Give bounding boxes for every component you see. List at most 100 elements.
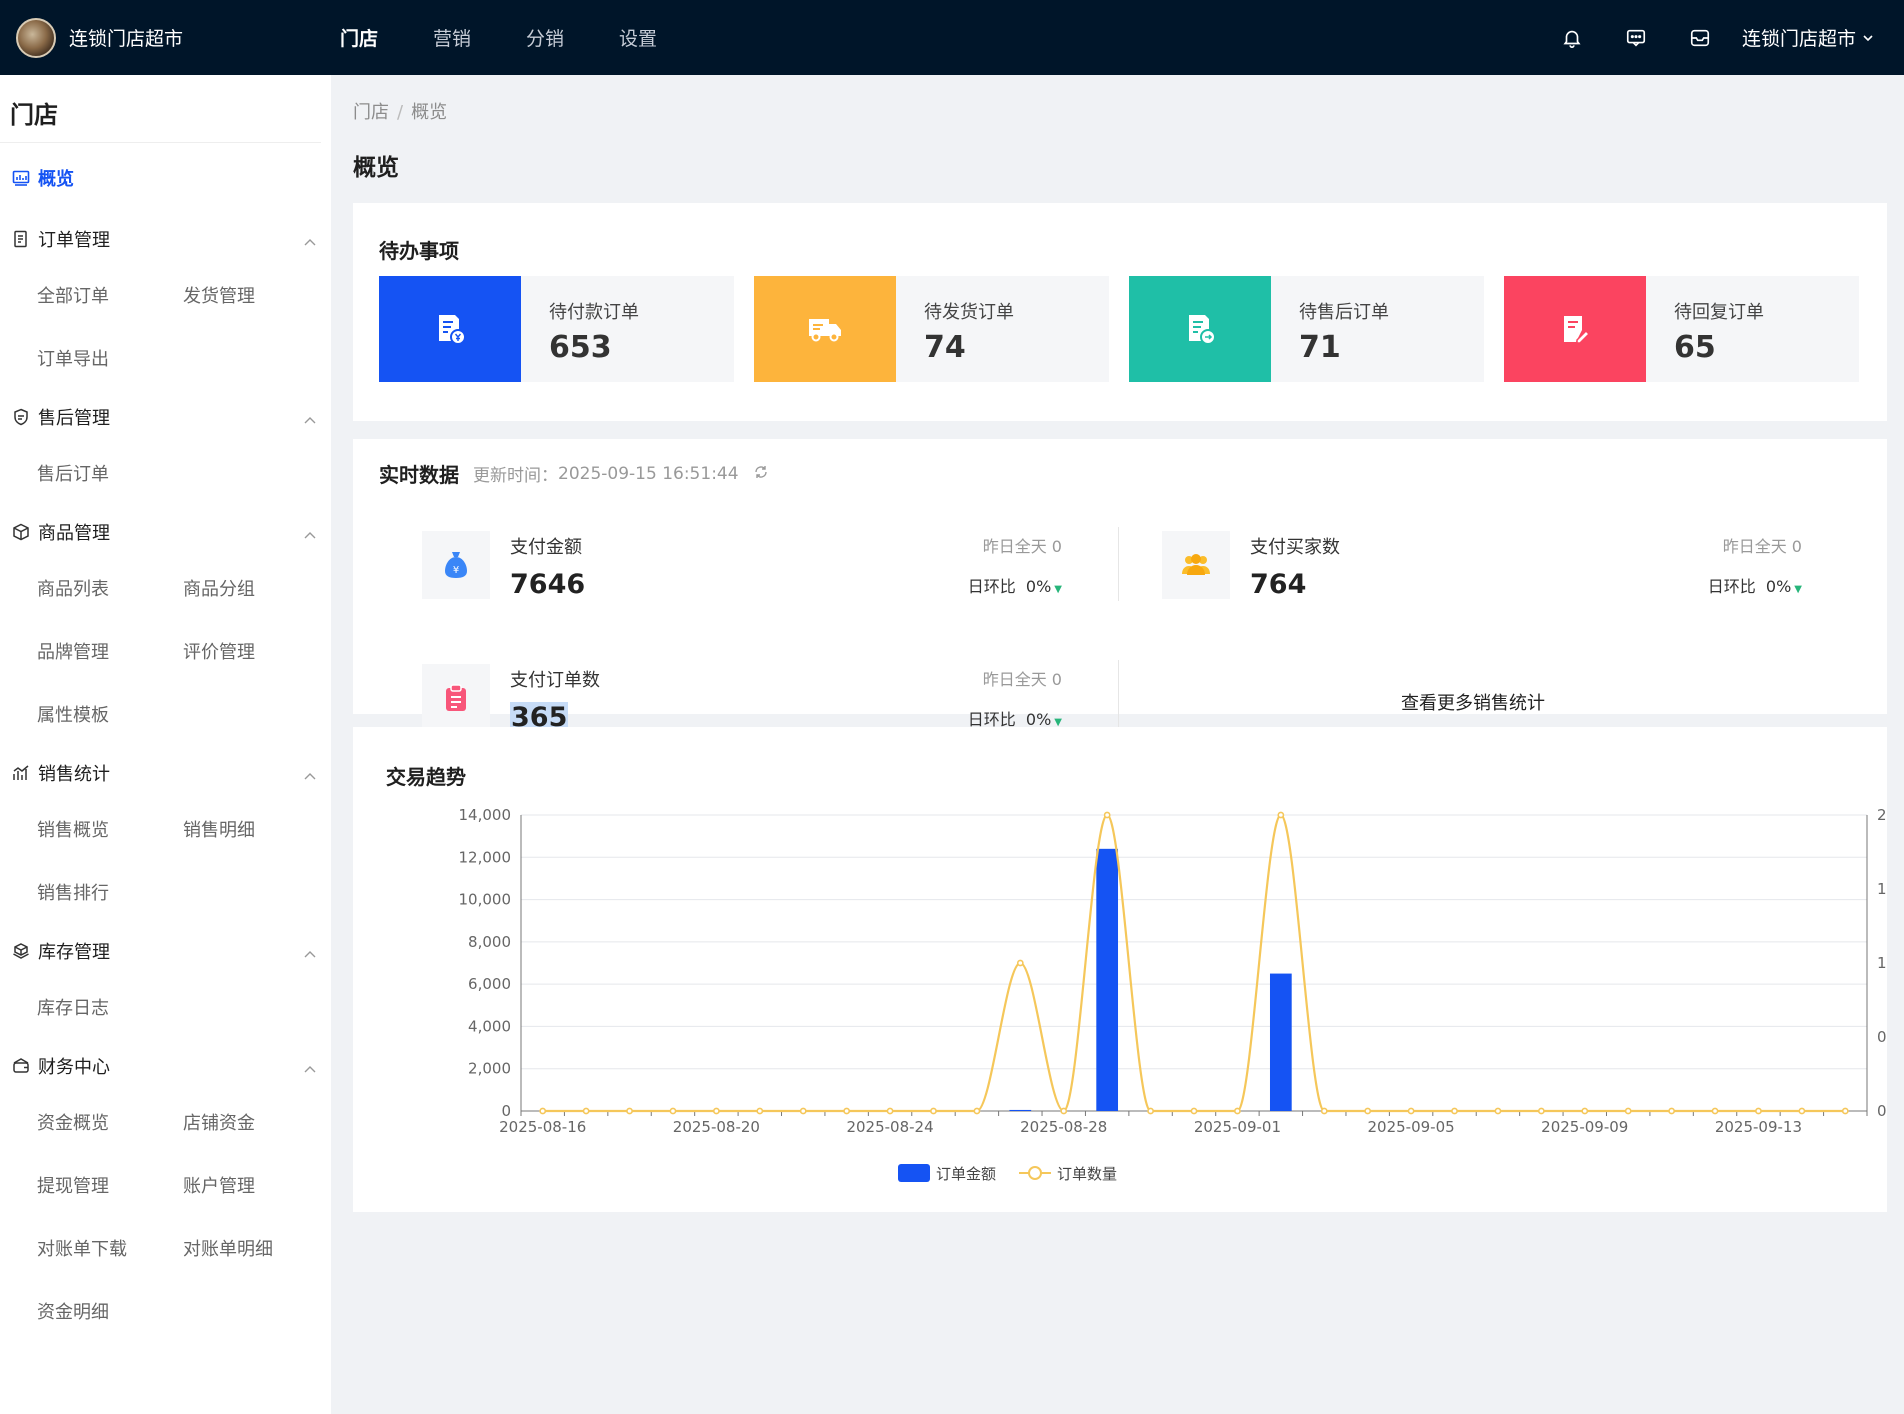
brand[interactable]: 连锁门店超市 [0,17,340,58]
aftersale-doc-icon [1189,315,1216,345]
sidebar-subitem[interactable]: 销售排行 [37,862,183,925]
chevron-up-icon[interactable] [303,1058,317,1079]
sidebar-subitem[interactable]: 售后订单 [37,443,183,506]
line-point [1798,1107,1806,1115]
legend-bar-label: 订单金额 [936,1165,996,1183]
sidebar-subitem[interactable]: 资金明细 [37,1281,183,1344]
sidebar-group-1[interactable]: 售后管理 [0,391,331,443]
chevron-up-icon[interactable] [303,943,317,964]
sidebar-subitem[interactable]: 对账单下载 [37,1218,183,1281]
line-point [1320,1107,1328,1115]
sidebar-group-3[interactable]: 销售统计 [0,747,331,799]
sidebar-subitem[interactable]: 对账单明细 [183,1218,329,1281]
todo-pending-reply[interactable]: 待回复订单 65 [1504,276,1859,382]
sidebar-subitem[interactable]: 评价管理 [183,621,329,684]
sidebar-subitem[interactable]: 商品分组 [183,558,329,621]
order-icon [12,230,30,248]
metric-pay-buyers: 支付买家数 764 昨日全天 0 日环比 0% ▼ [1162,531,1822,611]
top-navbar: 连锁门店超市 门店 营销 分销 设置 连锁门店超市 [0,0,1904,75]
line-point [1624,1107,1632,1115]
nav-settings[interactable]: 设置 [619,24,657,51]
sidebar-subitem[interactable]: 属性模板 [37,684,183,747]
metric-ring-ratio: 日环比 0% ▼ [1708,573,1802,597]
reply-edit-icon [1564,316,1591,344]
sidebar-group-5[interactable]: 财务中心 [0,1040,331,1092]
line-point [1494,1107,1502,1115]
nav-distribution[interactable]: 分销 [526,24,564,51]
bar [1009,1109,1032,1111]
ring-value: 0% [1025,577,1052,596]
svg-text:¥: ¥ [453,565,459,576]
sidebar-subitem[interactable]: 销售明细 [183,799,329,862]
metric-value: 7646 [510,569,586,600]
refresh-icon[interactable] [753,464,769,484]
metric-ring-ratio: 日环比 0% ▼ [968,573,1062,597]
x-tick-label: 2025-09-01 [1194,1118,1281,1136]
line-point [539,1107,547,1115]
sidebar-group-2[interactable]: 商品管理 [0,506,331,558]
sidebar-group-0[interactable]: 订单管理 [0,213,331,265]
ring-label: 日环比 [1707,577,1756,596]
line-point [1711,1107,1719,1115]
sidebar-subitem[interactable]: 账户管理 [183,1155,329,1218]
sidebar-item-overview[interactable]: 概览 [0,143,331,213]
todo-label: 待回复订单 [1674,302,1764,323]
chevron-up-icon[interactable] [303,765,317,786]
todo-icon-box [1129,276,1271,382]
chevron-up-icon[interactable] [303,524,317,545]
top-actions: 连锁门店超市 [1540,0,1874,75]
x-tick-label: 2025-08-16 [499,1118,586,1136]
nav-store[interactable]: 门店 [340,24,378,51]
y-right-tick-label: 0 [1877,1102,1887,1120]
x-tick-label: 2025-09-13 [1715,1118,1802,1136]
sidebar-subitem[interactable]: 发货管理 [183,265,329,328]
sidebar-group-4[interactable]: 库存管理 [0,925,331,977]
sidebar-group-label: 财务中心 [38,1057,110,1078]
sidebar-subitem[interactable]: 销售概览 [37,799,183,862]
todo-pending-shipment[interactable]: 待发货订单 74 [754,276,1109,382]
bell-icon[interactable] [1540,27,1604,49]
metric-yesterday: 昨日全天 0 [982,670,1062,689]
trend-card: 交易趋势 0 2,000 4,000 6,000 8,000 10,000 12,000 14… [353,727,1887,1212]
todo-list: 待付款订单 653 待发货订单 74 待售后订单 71 待回复订单 65 [379,276,1879,382]
sidebar-subitem[interactable]: 提现管理 [37,1155,183,1218]
message-icon[interactable] [1604,27,1668,49]
truck-icon [809,319,841,342]
breadcrumb-root[interactable]: 门店 [353,102,389,123]
sidebar-group-items: 资金概览 店铺资金 提现管理 账户管理 对账单下载 对账单明细 资金明细 [0,1092,331,1344]
line-point [712,1107,720,1115]
chevron-up-icon[interactable] [303,409,317,430]
sidebar-subitem[interactable]: 订单导出 [37,328,183,391]
x-tick-label: 2025-08-24 [846,1118,933,1136]
line-point [1841,1107,1849,1115]
line-point [1581,1107,1589,1115]
more-sales-stats-link[interactable]: 查看更多销售统计 [1401,689,1545,715]
line-point [1016,959,1024,967]
brand-name: 连锁门店超市 [69,28,184,50]
sidebar-group-items: 全部订单 发货管理 订单导出 [0,265,331,391]
y-right-tick-label: 1.5 [1877,880,1887,898]
breadcrumb: 门店 / 概览 [353,98,1887,124]
inbox-icon[interactable] [1668,27,1732,49]
todo-pending-payment[interactable]: 待付款订单 653 [379,276,734,382]
top-nav: 门店 营销 分销 设置 [340,0,712,75]
sidebar-subitem[interactable]: 品牌管理 [37,621,183,684]
bar [1096,848,1119,1111]
metric-label: 支付金额 [510,537,582,558]
sidebar-subitem[interactable]: 资金概览 [37,1092,183,1155]
breadcrumb-current: 概览 [411,102,448,123]
nav-marketing[interactable]: 营销 [433,24,471,51]
user-menu[interactable]: 连锁门店超市 [1742,24,1874,51]
sidebar-subitem[interactable]: 商品列表 [37,558,183,621]
sidebar-subitem[interactable]: 店铺资金 [183,1092,329,1155]
todo-pending-aftersale[interactable]: 待售后订单 71 [1129,276,1484,382]
chevron-up-icon[interactable] [303,231,317,252]
dashboard-icon [12,170,30,186]
legend-bar-swatch [898,1164,930,1182]
metric-yesterday: 昨日全天 0 [1722,537,1802,556]
metric-divider [1118,527,1119,601]
line-point [799,1107,807,1115]
breadcrumb-separator: / [397,102,404,123]
sidebar-subitem[interactable]: 全部订单 [37,265,183,328]
sidebar-subitem[interactable]: 库存日志 [37,977,183,1040]
